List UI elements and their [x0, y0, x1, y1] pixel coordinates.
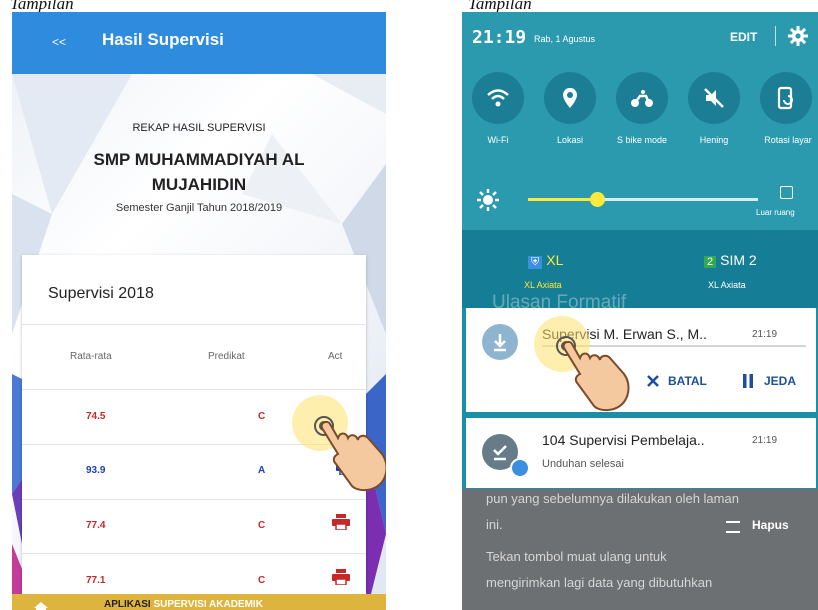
clock: 21:19 — [472, 27, 527, 48]
sim2-carrier: XL Axiata — [708, 280, 746, 290]
column-header-action: Act — [328, 351, 343, 362]
app-bar: << Hasil Supervisi — [12, 12, 386, 74]
location-icon — [563, 88, 577, 108]
mute-icon — [704, 88, 724, 108]
rotate-icon — [777, 86, 793, 110]
sim1-label: XL — [546, 252, 564, 268]
body-text: ini. — [486, 517, 503, 532]
app-name-part1: APLIKASI — [104, 599, 151, 610]
school-name-line2: MUJAHIDIN — [151, 175, 247, 194]
average-value: 74.5 — [86, 411, 106, 422]
recap-heading: REKAP HASIL SUPERVISI — [132, 122, 266, 134]
divider — [22, 553, 366, 554]
page-title: Hasil Supervisi — [102, 30, 224, 49]
back-button[interactable]: << — [52, 35, 66, 49]
notification-time: 21:19 — [752, 329, 778, 340]
download-complete-notification[interactable]: 104 Supervisi Pembelaja.. 21:19 Unduhan … — [466, 418, 816, 488]
clear-icon — [726, 521, 740, 533]
pause-button[interactable]: JEDA — [764, 374, 796, 388]
school-name: SMP MUHAMMADIYAH AL MUJAHIDIN — [12, 147, 386, 197]
brightness-fill — [528, 198, 597, 201]
outdoor-label: Luar ruang — [756, 208, 795, 217]
clear-all-button[interactable]: Hapus — [752, 518, 789, 532]
divider — [775, 26, 776, 46]
column-header-average: Rata-rata — [70, 351, 112, 362]
left-phone-screen: << Hasil Supervisi REKAP HASIL SUPERVISI… — [12, 12, 386, 610]
body-text: Tekan tombol muat ulang untuk — [486, 549, 667, 564]
semester-label: Semester Ganjil Tahun 2018/2019 — [115, 202, 283, 214]
sim2-name[interactable]: 2 SIM 2 — [704, 252, 757, 268]
background-page: pun yang sebelumnya dilakukan oleh laman… — [462, 489, 818, 610]
column-header-grade: Predikat — [208, 351, 245, 362]
average-value: 77.1 — [86, 575, 106, 586]
date-label: Rab, 1 Agustus — [534, 34, 596, 44]
sim2-label: SIM 2 — [720, 252, 757, 268]
divider — [22, 389, 366, 390]
notification-status: Unduhan selesai — [542, 458, 624, 470]
sim1-carrier: XL Axiata — [524, 280, 562, 290]
rotate-toggle[interactable] — [760, 72, 812, 124]
home-icon[interactable] — [34, 602, 48, 610]
print-icon[interactable] — [332, 569, 350, 585]
grade-value: C — [258, 520, 266, 531]
pointing-hand-icon — [314, 416, 386, 492]
app-name: APLIKASI SUPERVISI AKADEMIK — [104, 599, 263, 610]
divider — [22, 499, 366, 500]
notification-time: 21:19 — [752, 435, 778, 446]
outdoor-checkbox[interactable] — [780, 186, 793, 199]
school-name-line1: SMP MUHAMMADIYAH AL — [93, 150, 305, 169]
grade-value: C — [258, 575, 266, 586]
right-phone-screen: 21:19 Rab, 1 Agustus EDIT Wi-Fi Lokasi S… — [462, 12, 818, 610]
bike-mode-label: S bike mode — [616, 135, 668, 145]
brightness-slider-handle[interactable] — [590, 192, 605, 207]
bottom-bar: APLIKASI SUPERVISI AKADEMIK — [12, 594, 386, 610]
grade-value: C — [258, 411, 266, 422]
brightness-icon — [477, 189, 499, 211]
average-value: 93.9 — [86, 465, 106, 476]
edit-button[interactable]: EDIT — [730, 30, 757, 44]
download-icon — [482, 324, 518, 360]
pointing-hand-icon — [556, 336, 630, 412]
bike-icon — [631, 90, 653, 107]
grade-value: A — [258, 465, 266, 476]
card-title: Supervisi 2018 — [48, 285, 154, 302]
close-icon — [647, 375, 659, 387]
pause-icon — [743, 374, 753, 388]
location-toggle[interactable] — [544, 72, 596, 124]
sim1-name[interactable]: ⛨ XL — [528, 252, 563, 269]
notification-title: 104 Supervisi Pembelaja.. — [542, 432, 705, 448]
check-badge-icon — [510, 458, 530, 478]
download-notification[interactable]: Supervisi M. Erwan S., M.. 21:19 BATAL J… — [466, 308, 816, 412]
average-value: 77.4 — [86, 520, 106, 531]
wifi-label: Wi-Fi — [487, 135, 509, 145]
print-icon[interactable] — [332, 514, 350, 530]
location-label: Lokasi — [556, 135, 583, 145]
gear-icon[interactable] — [788, 26, 808, 46]
body-text: mengirimkan lagi data yang dibutuhkan — [486, 575, 713, 590]
mute-toggle[interactable] — [688, 72, 740, 124]
rotate-label: Rotasi layar — [764, 135, 812, 145]
divider — [22, 324, 366, 325]
quick-settings-panel: 21:19 Rab, 1 Agustus EDIT Wi-Fi Lokasi S… — [462, 12, 818, 230]
sim1-badge: ⛨ — [528, 256, 543, 269]
mute-label: Hening — [699, 135, 729, 145]
bike-mode-toggle[interactable] — [616, 72, 668, 124]
cancel-button[interactable]: BATAL — [668, 374, 707, 388]
wifi-toggle[interactable] — [472, 72, 524, 124]
app-name-part2: SUPERVISI AKADEMIK — [153, 599, 263, 610]
wifi-icon — [487, 89, 509, 107]
body-text: pun yang sebelumnya dilakukan oleh laman — [486, 491, 739, 506]
sim2-badge: 2 — [704, 256, 717, 268]
